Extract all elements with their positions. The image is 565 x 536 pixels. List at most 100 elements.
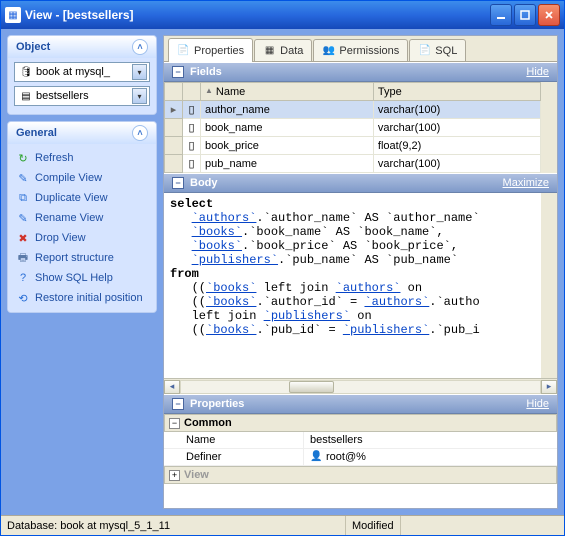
tabs: 📄Properties ▦Data 👥Permissions 📄SQL: [164, 36, 557, 62]
sort-icon: ▲: [205, 86, 213, 95]
object-panel-title: Object: [16, 41, 50, 53]
prop-row[interactable]: Definer 👤root@%: [164, 449, 557, 466]
action-label: Refresh: [35, 152, 74, 164]
action-icon: ✖: [16, 231, 30, 245]
left-pane: Object ˄ 🛢 book at mysql_ ▾ ▤ bestseller…: [7, 35, 157, 509]
row-indicator: [165, 119, 183, 137]
field-type: float(9,2): [373, 137, 540, 155]
database-icon: 🛢: [19, 65, 33, 79]
collapse-icon[interactable]: ˄: [132, 125, 148, 141]
status-database: Database: book at mysql_5_1_11: [1, 516, 346, 535]
prop-definer-value[interactable]: root@%: [326, 451, 366, 463]
prop-row[interactable]: Name bestsellers: [164, 432, 557, 449]
window-title: View - [bestsellers]: [25, 8, 490, 22]
maximize-link[interactable]: Maximize: [503, 177, 549, 189]
action-item[interactable]: ⧉ Duplicate View: [14, 188, 150, 208]
prop-name-value[interactable]: bestsellers: [304, 432, 557, 448]
action-icon: ?: [16, 271, 30, 285]
hide-link[interactable]: Hide: [526, 398, 549, 410]
expand-icon[interactable]: +: [169, 470, 180, 481]
field-type: varchar(100): [373, 119, 540, 137]
action-icon: ↻: [16, 151, 30, 165]
field-name: book_price: [201, 137, 374, 155]
action-icon: ⧉: [16, 191, 30, 205]
table-row[interactable]: ▯book_namevarchar(100): [165, 119, 541, 137]
table-row[interactable]: ▯pub_namevarchar(100): [165, 155, 541, 173]
scroll-right-icon[interactable]: ▸: [541, 380, 557, 394]
action-item[interactable]: ✖ Drop View: [14, 228, 150, 248]
fields-grid[interactable]: ▲Name Type ▸▯author_namevarchar(100)▯boo…: [164, 82, 541, 173]
tab-sql[interactable]: 📄SQL: [409, 39, 466, 61]
action-item[interactable]: ? Show SQL Help: [14, 268, 150, 288]
database-combo[interactable]: 🛢 book at mysql_ ▾: [14, 62, 150, 82]
view-combo[interactable]: ▤ bestsellers ▾: [14, 86, 150, 106]
action-label: Rename View: [35, 212, 103, 224]
field-icon: ▯: [183, 137, 201, 155]
view-combo-text: bestsellers: [36, 90, 132, 102]
general-panel-title: General: [16, 127, 57, 139]
action-icon: ⟲: [16, 291, 30, 305]
titlebar[interactable]: ▦ View - [bestsellers]: [1, 1, 564, 29]
chevron-down-icon[interactable]: ▾: [132, 64, 147, 80]
action-label: Duplicate View: [35, 192, 108, 204]
action-item[interactable]: ✎ Compile View: [14, 168, 150, 188]
database-combo-text: book at mysql_: [36, 66, 132, 78]
action-icon: 🖶: [16, 251, 30, 265]
tab-data[interactable]: ▦Data: [254, 39, 312, 61]
scroll-thumb[interactable]: [289, 381, 334, 393]
sql-body-editor[interactable]: select `authors`.`author_name` AS `autho…: [164, 193, 541, 378]
action-label: Compile View: [35, 172, 102, 184]
action-item[interactable]: ✎ Rename View: [14, 208, 150, 228]
prop-name-label: Name: [164, 432, 304, 448]
action-icon: ✎: [16, 211, 30, 225]
field-icon: ▯: [183, 155, 201, 173]
minimize-button[interactable]: [490, 4, 512, 26]
scrollbar[interactable]: [541, 193, 557, 378]
row-indicator: ▸: [165, 101, 183, 119]
field-name: author_name: [201, 101, 374, 119]
properties-area: −Common Name bestsellers Definer 👤root@%…: [164, 414, 557, 508]
collapse-icon[interactable]: ˄: [132, 39, 148, 55]
app-icon: ▦: [5, 7, 21, 23]
collapse-icon[interactable]: −: [172, 398, 184, 410]
action-label: Report structure: [35, 252, 114, 264]
action-item[interactable]: ⟲ Restore initial position: [14, 288, 150, 308]
field-name: book_name: [201, 119, 374, 137]
maximize-button[interactable]: [514, 4, 536, 26]
table-row[interactable]: ▸▯author_namevarchar(100): [165, 101, 541, 119]
group-common[interactable]: −Common: [164, 414, 557, 432]
action-item[interactable]: ↻ Refresh: [14, 148, 150, 168]
collapse-icon[interactable]: −: [169, 418, 180, 429]
collapse-icon[interactable]: −: [172, 66, 184, 78]
sql-icon: 📄: [418, 44, 431, 57]
scrollbar[interactable]: [541, 82, 557, 173]
tab-properties[interactable]: 📄Properties: [168, 38, 253, 62]
action-label: Show SQL Help: [35, 272, 113, 284]
object-panel: Object ˄ 🛢 book at mysql_ ▾ ▤ bestseller…: [7, 35, 157, 115]
properties-icon: 📄: [177, 44, 190, 57]
table-row[interactable]: ▯book_pricefloat(9,2): [165, 137, 541, 155]
collapse-icon[interactable]: −: [172, 177, 184, 189]
properties-header: − Properties Hide: [164, 394, 557, 414]
action-icon: ✎: [16, 171, 30, 185]
close-button[interactable]: [538, 4, 560, 26]
h-scrollbar[interactable]: ◂ ▸: [164, 378, 557, 394]
general-panel: General ˄ ↻ Refresh ✎ Compile View ⧉ Duplicat…: [7, 121, 157, 313]
col-name[interactable]: ▲Name: [201, 83, 374, 101]
tab-permissions[interactable]: 👥Permissions: [313, 39, 408, 61]
hide-link[interactable]: Hide: [526, 66, 549, 78]
row-indicator: [165, 155, 183, 173]
row-indicator: [165, 137, 183, 155]
col-type[interactable]: Type: [373, 83, 540, 101]
action-label: Drop View: [35, 232, 86, 244]
group-view[interactable]: +View: [164, 466, 557, 484]
row-header-col: [165, 83, 183, 101]
right-pane: 📄Properties ▦Data 👥Permissions 📄SQL − Fi…: [163, 35, 558, 509]
status-modified: Modified: [346, 516, 401, 535]
field-icon: ▯: [183, 119, 201, 137]
scroll-left-icon[interactable]: ◂: [164, 380, 180, 394]
user-icon: 👤: [310, 451, 322, 463]
action-label: Restore initial position: [35, 292, 143, 304]
action-item[interactable]: 🖶 Report structure: [14, 248, 150, 268]
chevron-down-icon[interactable]: ▾: [132, 88, 147, 104]
